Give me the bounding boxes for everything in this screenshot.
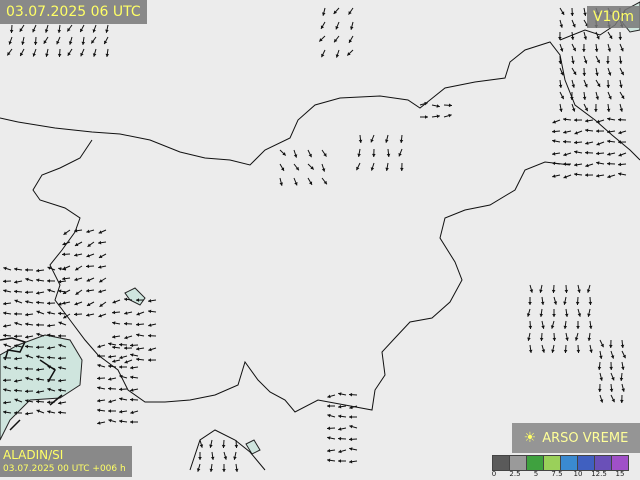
wind-speed-legend: 0 2.5 5 7.5 10 12.5 15 bbox=[490, 453, 640, 480]
legend-tick-label: 7.5 bbox=[551, 470, 563, 478]
parameter-label: V10m bbox=[586, 6, 640, 28]
legend-ticks: 0 2.5 5 7.5 10 12.5 15 bbox=[490, 469, 640, 480]
model-name: ALADIN/SI bbox=[3, 448, 64, 462]
wind-map bbox=[0, 0, 640, 480]
sun-icon: ☀ bbox=[523, 430, 537, 446]
model-run-info: 03.07.2025 00 UTC +006 h bbox=[3, 464, 126, 474]
legend-tick-label: 2.5 bbox=[509, 470, 521, 478]
legend-tick-label: 5 bbox=[533, 470, 539, 478]
arso-logo[interactable]: ☀ ARSO VREME bbox=[512, 423, 640, 453]
valid-time-label: 03.07.2025 06 UTC bbox=[0, 0, 147, 24]
legend-tick-label: 0 bbox=[491, 470, 497, 478]
model-info: ALADIN/SI 03.07.2025 00 UTC +006 h bbox=[0, 446, 132, 477]
legend-tick-label: 12.5 bbox=[591, 470, 607, 478]
legend-tick-label: 10 bbox=[573, 470, 583, 478]
brand-text: ARSO VREME bbox=[542, 430, 629, 446]
legend-tick-label: 15 bbox=[615, 470, 625, 478]
